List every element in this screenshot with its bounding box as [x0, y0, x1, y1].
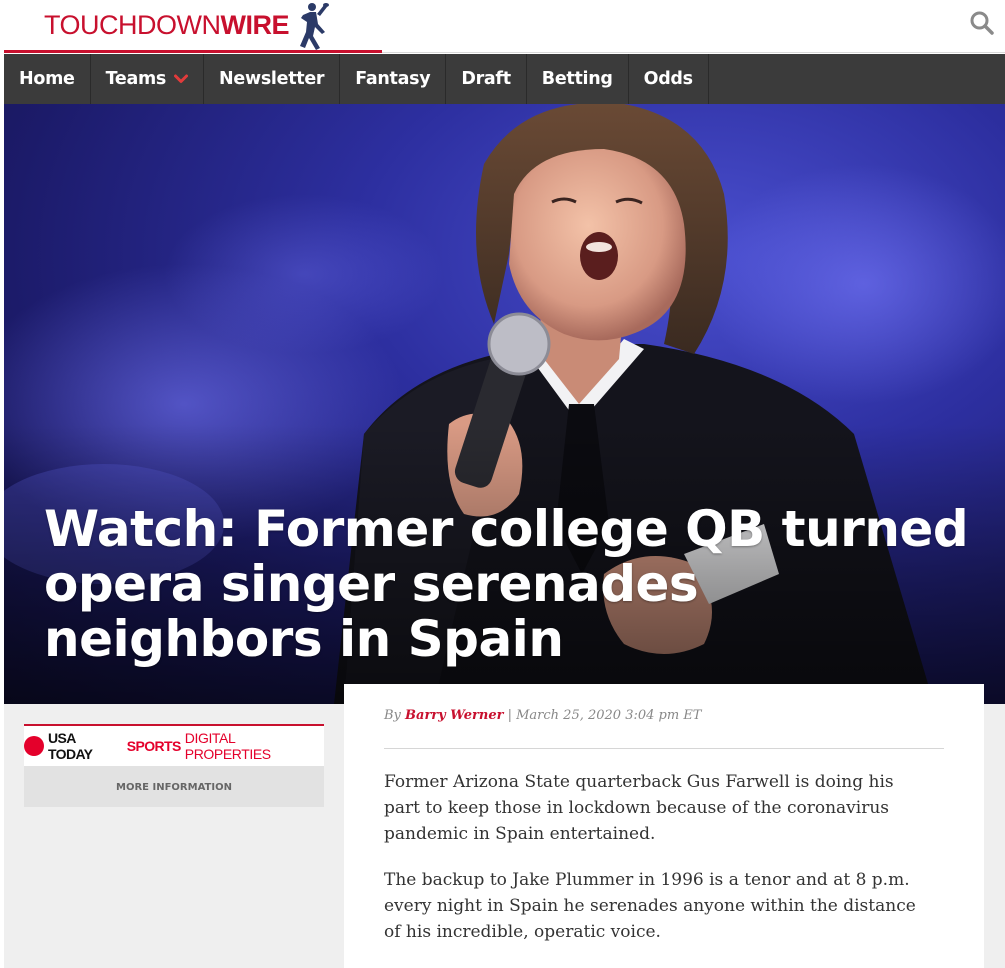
nav-item-newsletter[interactable]: Newsletter — [204, 54, 341, 104]
article-headline: Watch: Former college QB turned opera si… — [44, 500, 969, 668]
byline-divider — [384, 748, 944, 749]
article-paragraph: Former Arizona State quarterback Gus Far… — [384, 772, 894, 844]
nav-item-label: Betting — [541, 69, 613, 89]
brand-sports: SPORTS — [126, 738, 182, 754]
site-logo[interactable]: TOUCHDOWN WIRE — [44, 3, 331, 50]
nav-item-teams[interactable]: Teams — [91, 54, 205, 104]
logo-text-wire: WIRE — [220, 9, 289, 40]
publish-date: | March 25, 2020 3:04 pm ET — [507, 708, 702, 723]
article-body: By Barry Werner | March 25, 2020 3:04 pm… — [344, 684, 984, 968]
nav-item-label: Draft — [461, 69, 511, 89]
nav-item-label: Odds — [643, 69, 693, 89]
nav-item-home[interactable]: Home — [4, 54, 91, 104]
article-paragraph: The backup to Jake Plummer in 1996 is a … — [384, 870, 916, 942]
usa-today-dot-icon — [24, 736, 44, 756]
nav-item-label: Teams — [105, 69, 167, 89]
nav-item-betting[interactable]: Betting — [527, 54, 629, 104]
football-player-icon — [299, 3, 329, 50]
nav-item-fantasy[interactable]: Fantasy — [340, 54, 447, 104]
nav-item-odds[interactable]: Odds — [629, 54, 709, 104]
nav-item-label: Home — [19, 69, 75, 89]
site-header: TOUCHDOWN WIRE — [4, 0, 1005, 53]
nav-item-label: Newsletter — [219, 69, 325, 89]
nav-item-label: Fantasy — [355, 69, 431, 89]
byline-prefix: By — [384, 708, 401, 723]
brand-digital-properties: DIGITAL PROPERTIES — [184, 730, 271, 762]
hero-image: Watch: Former college QB turned opera si… — [4, 104, 1005, 704]
logo-area: TOUCHDOWN WIRE — [4, 0, 382, 53]
logo-text-touchdown: TOUCHDOWN — [44, 9, 221, 40]
nav-item-draft[interactable]: Draft — [446, 54, 527, 104]
byline: By Barry Werner | March 25, 2020 3:04 pm… — [384, 708, 701, 723]
chevron-down-icon — [174, 74, 189, 83]
more-information-link[interactable]: MORE INFORMATION — [24, 766, 324, 809]
main-nav: Home Teams Newsletter Fantasy Draft Bett… — [4, 54, 1005, 104]
search-icon[interactable] — [969, 10, 995, 36]
brand-usa-today: USA TODAY — [47, 730, 93, 762]
usa-today-sports-card: USA TODAY SPORTS DIGITAL PROPERTIES MORE… — [24, 724, 324, 807]
usa-today-sports-logo[interactable]: USA TODAY SPORTS DIGITAL PROPERTIES — [24, 726, 324, 766]
author-link[interactable]: Barry Werner — [405, 708, 503, 723]
